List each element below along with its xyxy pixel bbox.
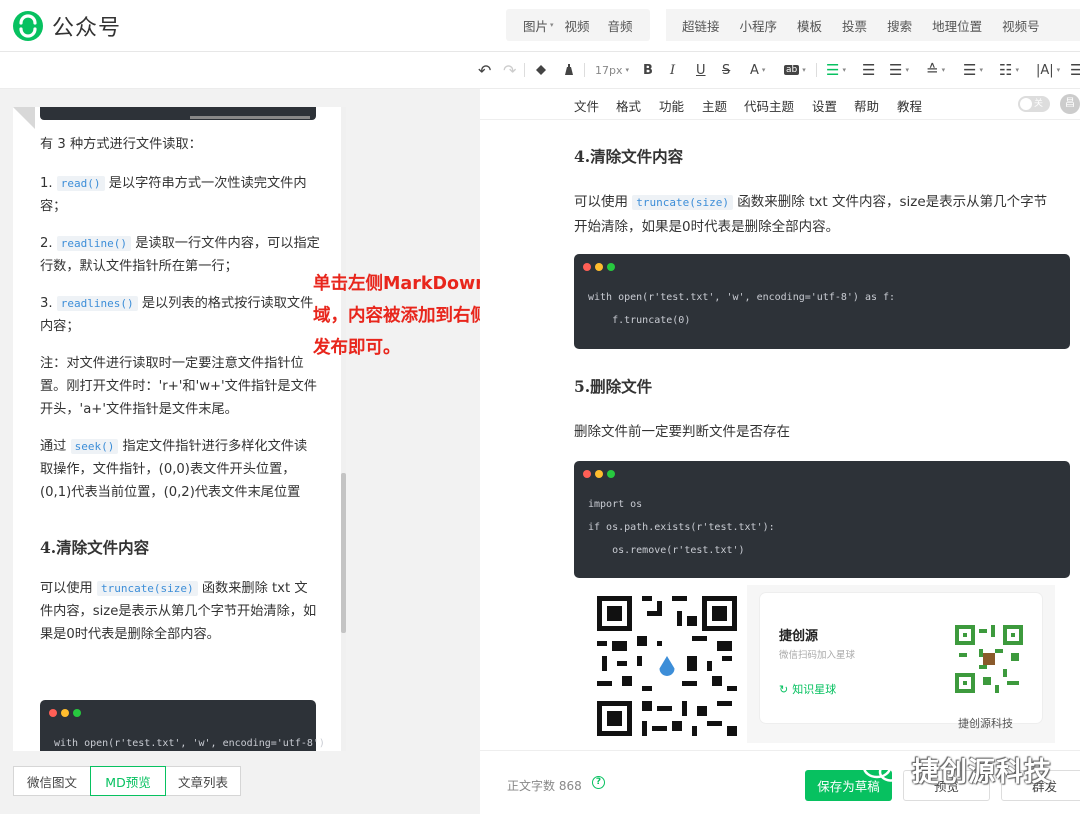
qr-code-image — [597, 596, 737, 736]
wechat-watermark-icon — [862, 755, 904, 782]
strikethrough-icon[interactable]: S — [722, 60, 730, 80]
insert-group: 超链接 小程序 模板 投票 搜索 地理位置 视频号 — [666, 9, 1080, 41]
promo-card[interactable]: 捷创源 微信扫码加入星球 ↻ 知识星球 捷创源科技 — [760, 593, 1042, 730]
menu-theme[interactable]: 主题 — [702, 96, 727, 115]
preview-item-1: 1. read() 是以字符串方式一次性读完文件内容； — [40, 176, 307, 214]
avatar[interactable]: 昌 — [1060, 94, 1080, 114]
insert-video-button[interactable]: 视频 — [565, 16, 590, 35]
insert-image-button[interactable]: 图片 — [523, 16, 548, 35]
preview-item-3: 3. readlines() 是以列表的格式按行读取文件内容； — [40, 296, 314, 334]
unordered-list-icon[interactable]: ☰ ▾ — [963, 60, 983, 80]
preview-item-2: 2. readline() 是读取一行文件内容，可以指定行数，默认文件指针所在第… — [40, 236, 320, 274]
insert-miniprogram-button[interactable]: 小程序 — [740, 16, 778, 35]
editor-code-block-2[interactable]: import os if os.path.exists(r'test.txt')… — [574, 461, 1070, 578]
insert-hyperlink-button[interactable]: 超链接 — [682, 16, 720, 35]
letter-spacing-icon[interactable]: |A| ▾ — [1036, 60, 1060, 80]
preview-content: 有 3 种方式进行文件读取： 1. read() 是以字符串方式一次性读完文件内… — [40, 133, 320, 656]
clear-format-icon[interactable] — [562, 60, 576, 80]
code-line: os.remove(r'test.txt') — [588, 545, 745, 556]
insert-audio-button[interactable]: 音频 — [608, 16, 633, 35]
preview-note: 注：对文件进行读取时一定要注意文件指针位置。刚打开文件时：'r+'和'w+'文件… — [40, 356, 317, 417]
wechat-logo-icon — [13, 11, 43, 41]
preview-scroll-thumb[interactable] — [341, 473, 346, 633]
indent-icon[interactable]: ☰ — [862, 60, 875, 80]
tab-article-list[interactable]: 文章列表 — [165, 766, 241, 796]
insert-template-button[interactable]: 模板 — [797, 16, 822, 35]
toggle-label: 关 — [1034, 99, 1044, 109]
window-dots-icon — [583, 263, 619, 271]
line-height-icon[interactable]: ≙ ▾ — [926, 60, 945, 80]
app-title: 公众号 — [52, 16, 122, 41]
paragraph-spacing-icon[interactable]: ☰ ▾ — [889, 60, 909, 80]
redo-icon[interactable]: ↷ — [503, 60, 516, 80]
window-dots-icon — [583, 470, 619, 478]
preview-scrollbar[interactable] — [341, 107, 346, 751]
tab-md-preview[interactable]: MD预览 — [90, 766, 166, 796]
editor-heading-1: 4.清除文件内容 — [574, 147, 684, 166]
insert-channels-button[interactable]: 视频号 — [1002, 16, 1040, 35]
menu-function[interactable]: 功能 — [659, 96, 684, 115]
watermark-text: 捷创源科技 — [912, 757, 1052, 788]
planet-icon: ↻ — [779, 682, 789, 696]
insert-vote-button[interactable]: 投票 — [842, 16, 867, 35]
editor-paragraph-2: 删除文件前一定要判断文件是否存在 — [574, 424, 790, 440]
preview-code-block: with open(r'test.txt', 'w', encoding='ut… — [40, 700, 325, 751]
menu-file[interactable]: 文件 — [574, 96, 599, 115]
menu-tutorial[interactable]: 教程 — [897, 96, 922, 115]
format-painter-icon[interactable] — [534, 60, 548, 80]
markdown-preview-pane[interactable]: 有 3 种方式进行文件读取： 1. read() 是以字符串方式一次性读完文件内… — [13, 107, 346, 751]
preview-intro: 有 3 种方式进行文件读取： — [40, 137, 202, 152]
editor-code-block-1[interactable]: with open(r'test.txt', 'w', encoding='ut… — [574, 254, 1070, 349]
align-justify-icon[interactable]: ☰ ▾ — [826, 60, 846, 80]
code-block-end — [40, 107, 316, 120]
menu-code-theme[interactable]: 代码主题 — [744, 96, 794, 115]
underline-icon[interactable]: U — [696, 60, 706, 80]
code-line: with open(r'test.txt', 'w', encoding='ut… — [588, 292, 896, 303]
word-count: 正文字数 868 — [507, 779, 582, 793]
menu-help[interactable]: 帮助 — [854, 96, 879, 115]
insert-search-button[interactable]: 搜索 — [887, 16, 912, 35]
promo-qr-code — [955, 625, 1023, 693]
help-icon[interactable]: ? — [592, 776, 605, 789]
editor-heading-2: 5.删除文件 — [574, 377, 653, 396]
promo-subtitle: 微信扫码加入星球 — [779, 650, 856, 661]
editor-menu-bar: 文件 格式 功能 主题 代码主题 设置 帮助 教程 关 昌 — [480, 89, 1080, 120]
menu-settings[interactable]: 设置 — [812, 96, 837, 115]
code-line: f.truncate(0) — [588, 315, 691, 326]
undo-icon[interactable]: ↶ — [478, 60, 491, 80]
more-icon[interactable]: ☰ — [1070, 60, 1080, 80]
top-bar: 公众号 图片 ▾ 视频 音频 超链接 小程序 模板 投票 搜索 地理位置 视频号 — [0, 0, 1080, 52]
preview-seek: 通过 seek() 指定文件指针进行多样化文件读取操作，文件指针，(0,0)表文… — [40, 439, 308, 500]
window-dots-icon — [49, 709, 85, 717]
font-color-icon[interactable]: A ▾ — [750, 60, 765, 80]
insert-location-button[interactable]: 地理位置 — [932, 16, 982, 35]
media-insert-group: 图片 ▾ 视频 音频 — [506, 9, 650, 41]
italic-icon[interactable]: I — [670, 60, 675, 80]
promo-title: 捷创源 — [779, 629, 819, 644]
format-toolbar: ↶ ↷ 17px ▾ B I U S A ▾ ab ▾ ☰ ▾ ☰ ☰ ▾ ≙ ▾ ☰ ▾ ☷… — [0, 52, 1080, 89]
app-logo[interactable]: 公众号 — [12, 10, 121, 42]
preview-code-line: with open(r'test.txt', 'w', encoding='ut… — [54, 738, 325, 749]
preview-truncate: 可以使用 truncate(size) 函数来删除 txt 文件内容，size是… — [40, 581, 317, 642]
code-line: if os.path.exists(r'test.txt'): — [588, 522, 775, 533]
view-tabs: 微信图文 MD预览 文章列表 — [13, 766, 241, 796]
tab-wechat-article[interactable]: 微信图文 — [13, 766, 91, 796]
promo-handle: 捷创源科技 — [958, 717, 1013, 730]
font-size-select[interactable]: 17px ▾ — [595, 60, 629, 80]
promo-link[interactable]: ↻ 知识星球 — [779, 681, 836, 697]
ordered-list-icon[interactable]: ☷ ▾ — [999, 60, 1019, 80]
fold-corner — [13, 107, 35, 129]
bold-icon[interactable]: B — [643, 60, 653, 80]
editor-paragraph-1: 可以使用 truncate(size) 函数来删除 txt 文件内容，size是… — [574, 194, 1048, 235]
code-line: import os — [588, 499, 643, 510]
background-color-icon[interactable]: ab ▾ — [784, 60, 806, 80]
font-size-value: 17px — [595, 63, 623, 77]
preview-heading: 4.清除文件内容 — [40, 538, 150, 557]
menu-format[interactable]: 格式 — [616, 96, 641, 115]
